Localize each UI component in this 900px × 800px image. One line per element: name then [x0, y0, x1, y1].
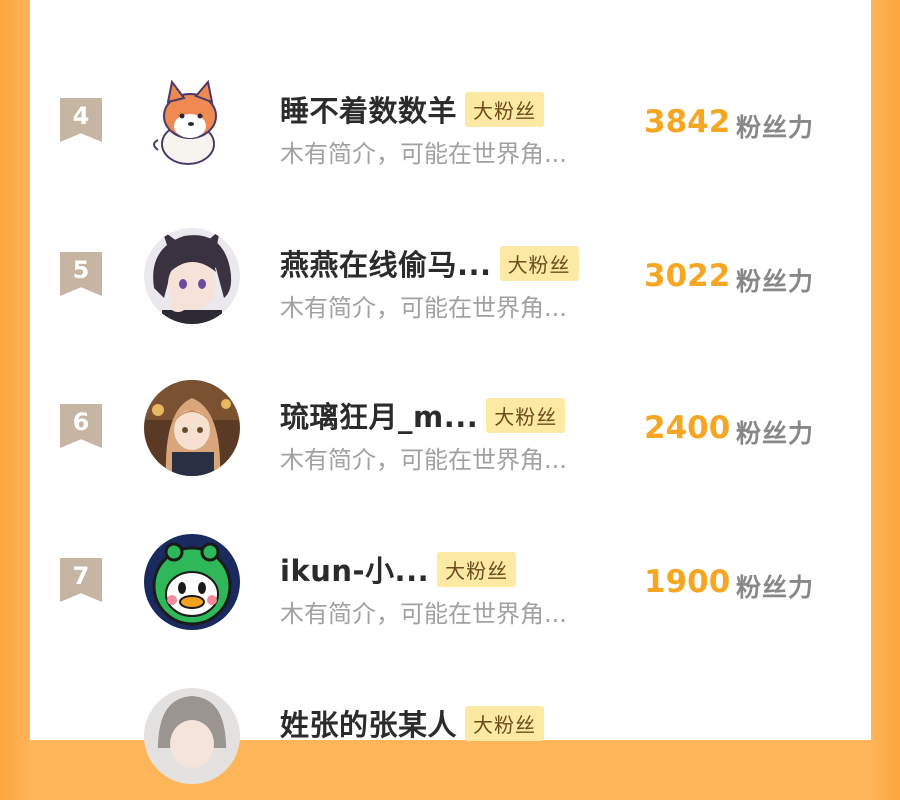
list-item[interactable]: 7 ikun-小... 大粉丝 木有简介，可能在世界角... 1900 粉丝力 — [30, 526, 871, 646]
fan-level-badge: 大粉丝 — [499, 246, 579, 281]
user-bio: 木有简介，可能在世界角... — [280, 140, 567, 168]
fan-power-label: 粉丝力 — [736, 573, 815, 602]
list-item[interactable]: 5 燕燕在线偷马... 大粉丝 木有简介，可能在世界角... 3022 粉丝力 — [30, 220, 871, 340]
user-name[interactable]: 琉璃狂月_m... 大粉丝 — [280, 394, 566, 436]
avatar-image[interactable] — [144, 380, 240, 476]
list-item[interactable]: 4 睡不着数数羊 大粉丝 木有简介，可能在世界角... 3842 粉丝力 — [30, 66, 871, 186]
avatar-image[interactable] — [144, 534, 240, 630]
fan-level-badge: 大粉丝 — [465, 706, 545, 741]
user-bio: 木有简介，可能在世界角... — [280, 294, 567, 322]
fan-level-badge: 大粉丝 — [465, 92, 545, 127]
avatar-image[interactable] — [144, 74, 240, 170]
user-name[interactable]: 睡不着数数羊 大粉丝 — [280, 88, 545, 130]
user-bio: 木有简介，可能在世界角... — [280, 446, 567, 474]
fan-level-badge: 大粉丝 — [486, 398, 566, 433]
user-bio: 木有简介，可能在世界角... — [280, 600, 567, 628]
user-name[interactable]: ikun-小... 大粉丝 — [280, 548, 517, 590]
fan-power-label: 粉丝力 — [736, 113, 815, 142]
rank-ribbon-icon: 4 — [60, 98, 102, 142]
fan-ranking-card: 4 睡不着数数羊 大粉丝 木有简介，可能在世界角... 3842 粉丝力 5 燕… — [30, 0, 871, 784]
rank-ribbon-icon: 5 — [60, 252, 102, 296]
list-item[interactable]: 6 琉璃狂月_m... 大粉丝 木有简介，可能在世界角... 2400 粉丝力 — [30, 372, 871, 492]
user-name[interactable]: 燕燕在线偷马... 大粉丝 — [280, 242, 579, 284]
fan-power-score: 2400 — [644, 410, 731, 446]
fan-power-label: 粉丝力 — [736, 419, 815, 448]
avatar-image[interactable] — [144, 688, 240, 784]
fan-power-score: 1900 — [644, 564, 731, 600]
avatar-image[interactable] — [144, 228, 240, 324]
fan-power-score: 3022 — [644, 258, 731, 294]
fan-level-badge: 大粉丝 — [437, 552, 517, 587]
rank-ribbon-icon: 7 — [60, 558, 102, 602]
rank-ribbon-icon: 6 — [60, 404, 102, 448]
fan-power-score: 3842 — [644, 104, 731, 140]
fan-power-label: 粉丝力 — [736, 267, 815, 296]
list-item[interactable]: 姓张的张某人 大粉丝 — [30, 680, 871, 800]
user-name[interactable]: 姓张的张某人 大粉丝 — [280, 702, 545, 744]
